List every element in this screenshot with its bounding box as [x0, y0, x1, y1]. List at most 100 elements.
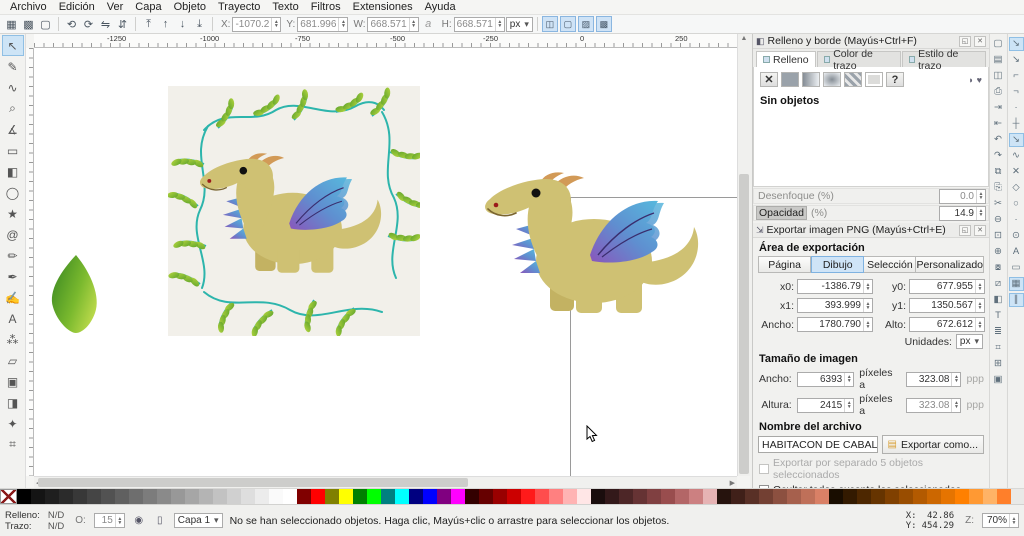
- save-document-icon[interactable]: ◫: [991, 69, 1006, 83]
- snap-bbox-midpoints-icon[interactable]: ∙: [1009, 101, 1024, 115]
- palette-swatch[interactable]: [87, 489, 101, 504]
- area-width-field[interactable]: 1780.790: [797, 317, 873, 332]
- snap-bbox-icon[interactable]: ↘: [1009, 53, 1024, 67]
- star-tool[interactable]: ★: [2, 203, 24, 224]
- palette-swatch[interactable]: [199, 489, 213, 504]
- cut-icon[interactable]: ✂: [991, 197, 1006, 211]
- palette-swatch[interactable]: [801, 489, 815, 504]
- rotate-ccw-icon[interactable]: ⟲: [63, 16, 80, 32]
- palette-swatch[interactable]: [941, 489, 955, 504]
- palette-swatch[interactable]: [969, 489, 983, 504]
- export-units-dropdown[interactable]: px: [955, 334, 983, 349]
- palette-swatch[interactable]: [493, 489, 507, 504]
- redo-icon[interactable]: ↷: [991, 149, 1006, 163]
- paintbucket-tool[interactable]: ▣: [2, 371, 24, 392]
- raise-to-top-icon[interactable]: ⤒: [140, 16, 157, 32]
- select-all-icon[interactable]: ▦: [3, 16, 20, 32]
- palette-swatch[interactable]: [59, 489, 73, 504]
- menu-edicion[interactable]: Edición: [53, 0, 101, 14]
- palette-swatch[interactable]: [101, 489, 115, 504]
- zoom-1to1-icon[interactable]: ⊡: [991, 229, 1006, 243]
- palette-swatch[interactable]: [395, 489, 409, 504]
- palette-swatch[interactable]: [689, 489, 703, 504]
- lower-icon[interactable]: ↓: [174, 16, 191, 32]
- x1-field[interactable]: 393.999: [797, 298, 873, 313]
- dragon-object[interactable]: [478, 171, 718, 321]
- tab-estilo-de-trazo[interactable]: Estilo de trazo: [901, 48, 986, 72]
- layer-dropdown[interactable]: Capa 1: [173, 513, 223, 528]
- measure-tool[interactable]: ∡: [2, 119, 24, 140]
- zoom-out-icon[interactable]: ⊖: [991, 213, 1006, 227]
- lock-ratio-icon[interactable]: a: [420, 16, 437, 32]
- palette-swatch[interactable]: [983, 489, 997, 504]
- menu-capa[interactable]: Capa: [129, 0, 167, 14]
- flat-color-button[interactable]: [781, 72, 799, 87]
- units-dropdown[interactable]: px: [505, 16, 533, 32]
- horizontal-ruler[interactable]: -1250 -1000 -750 -500 -250 0 250: [34, 34, 737, 48]
- y1-field[interactable]: 1350.567: [909, 298, 985, 313]
- scale-corners-toggle[interactable]: ▢: [559, 16, 576, 32]
- palette-swatch[interactable]: [605, 489, 619, 504]
- blur-field[interactable]: 0.0: [939, 188, 986, 204]
- snap-bbox-corners-icon[interactable]: ¬: [1009, 85, 1024, 99]
- palette-swatch[interactable]: [717, 489, 731, 504]
- horizontal-scroll-thumb[interactable]: [38, 478, 468, 487]
- palette-swatch[interactable]: [927, 489, 941, 504]
- palette-swatch[interactable]: [857, 489, 871, 504]
- snap-centers-icon[interactable]: ⊙: [1009, 229, 1024, 243]
- palette-swatch[interactable]: [31, 489, 45, 504]
- undo-icon[interactable]: ↶: [991, 133, 1006, 147]
- scale-stroke-toggle[interactable]: ◫: [541, 16, 558, 32]
- export-icon[interactable]: ⇤: [991, 117, 1006, 131]
- filename-input[interactable]: HABITACON DE CABALLEROS\manta.png: [758, 436, 878, 453]
- palette-swatch[interactable]: [563, 489, 577, 504]
- menu-ayuda[interactable]: Ayuda: [419, 0, 462, 14]
- layer-visibility-icon[interactable]: ◉: [132, 514, 146, 528]
- export-as-button[interactable]: ▤ Exportar como...: [881, 435, 984, 454]
- radial-gradient-button[interactable]: [823, 72, 841, 87]
- snap-intersections-icon[interactable]: ✕: [1009, 165, 1024, 179]
- calligraphy-tool[interactable]: ✍: [2, 287, 24, 308]
- palette-swatch[interactable]: [437, 489, 451, 504]
- palette-swatch[interactable]: [591, 489, 605, 504]
- move-patterns-toggle[interactable]: ▩: [595, 16, 612, 32]
- vertical-scrollbar[interactable]: ▲▼: [737, 34, 750, 476]
- palette-swatch[interactable]: [283, 489, 297, 504]
- lower-to-bottom-icon[interactable]: ⤓: [191, 16, 208, 32]
- palette-swatch[interactable]: [731, 489, 745, 504]
- leaf-object[interactable]: [47, 253, 105, 335]
- fill-stroke-indicator[interactable]: Relleno: N/D Trazo: N/D: [5, 510, 64, 532]
- palette-swatch[interactable]: [129, 489, 143, 504]
- pattern-button[interactable]: [844, 72, 862, 87]
- object-opacity-field[interactable]: 15: [93, 513, 125, 528]
- flip-horizontal-icon[interactable]: ⇋: [97, 16, 114, 32]
- size-width-field[interactable]: 6393: [796, 371, 855, 387]
- export-header[interactable]: ⇲ Exportar imagen PNG (Mayús+Ctrl+E) ◱ ✕: [753, 223, 989, 238]
- export-area-seleccion[interactable]: Selección: [864, 256, 917, 273]
- palette-swatch[interactable]: [577, 489, 591, 504]
- palette-swatch[interactable]: [367, 489, 381, 504]
- xml-editor-icon[interactable]: ⌗: [991, 341, 1006, 355]
- palette-swatch[interactable]: [73, 489, 87, 504]
- h-field[interactable]: 668.571: [453, 16, 505, 32]
- zoom-in-icon[interactable]: ⊕: [991, 245, 1006, 259]
- snap-paths-icon[interactable]: ∿: [1009, 149, 1024, 163]
- vertical-ruler[interactable]: [26, 48, 34, 476]
- snap-nodes-icon[interactable]: ↘: [1008, 133, 1024, 147]
- layers-dialog-icon[interactable]: ≣: [991, 325, 1006, 339]
- y0-field[interactable]: 677.955: [909, 279, 985, 294]
- palette-swatch[interactable]: [899, 489, 913, 504]
- palette-swatch[interactable]: [353, 489, 367, 504]
- horizontal-scrollbar[interactable]: ◀▶: [34, 476, 737, 488]
- zoom-field[interactable]: 70%: [982, 513, 1019, 528]
- copy-icon[interactable]: ⧉: [991, 165, 1006, 179]
- pin-icon[interactable]: ♥: [977, 75, 982, 85]
- pencil-tool[interactable]: ✏: [2, 245, 24, 266]
- drawing-canvas[interactable]: [34, 48, 737, 476]
- deselect-icon[interactable]: ▢: [37, 16, 54, 32]
- palette-swatch[interactable]: [815, 489, 829, 504]
- gradient-tool[interactable]: ◨: [2, 392, 24, 413]
- new-document-icon[interactable]: ▢: [991, 37, 1006, 51]
- palette-swatch[interactable]: [633, 489, 647, 504]
- palette-swatch[interactable]: [703, 489, 717, 504]
